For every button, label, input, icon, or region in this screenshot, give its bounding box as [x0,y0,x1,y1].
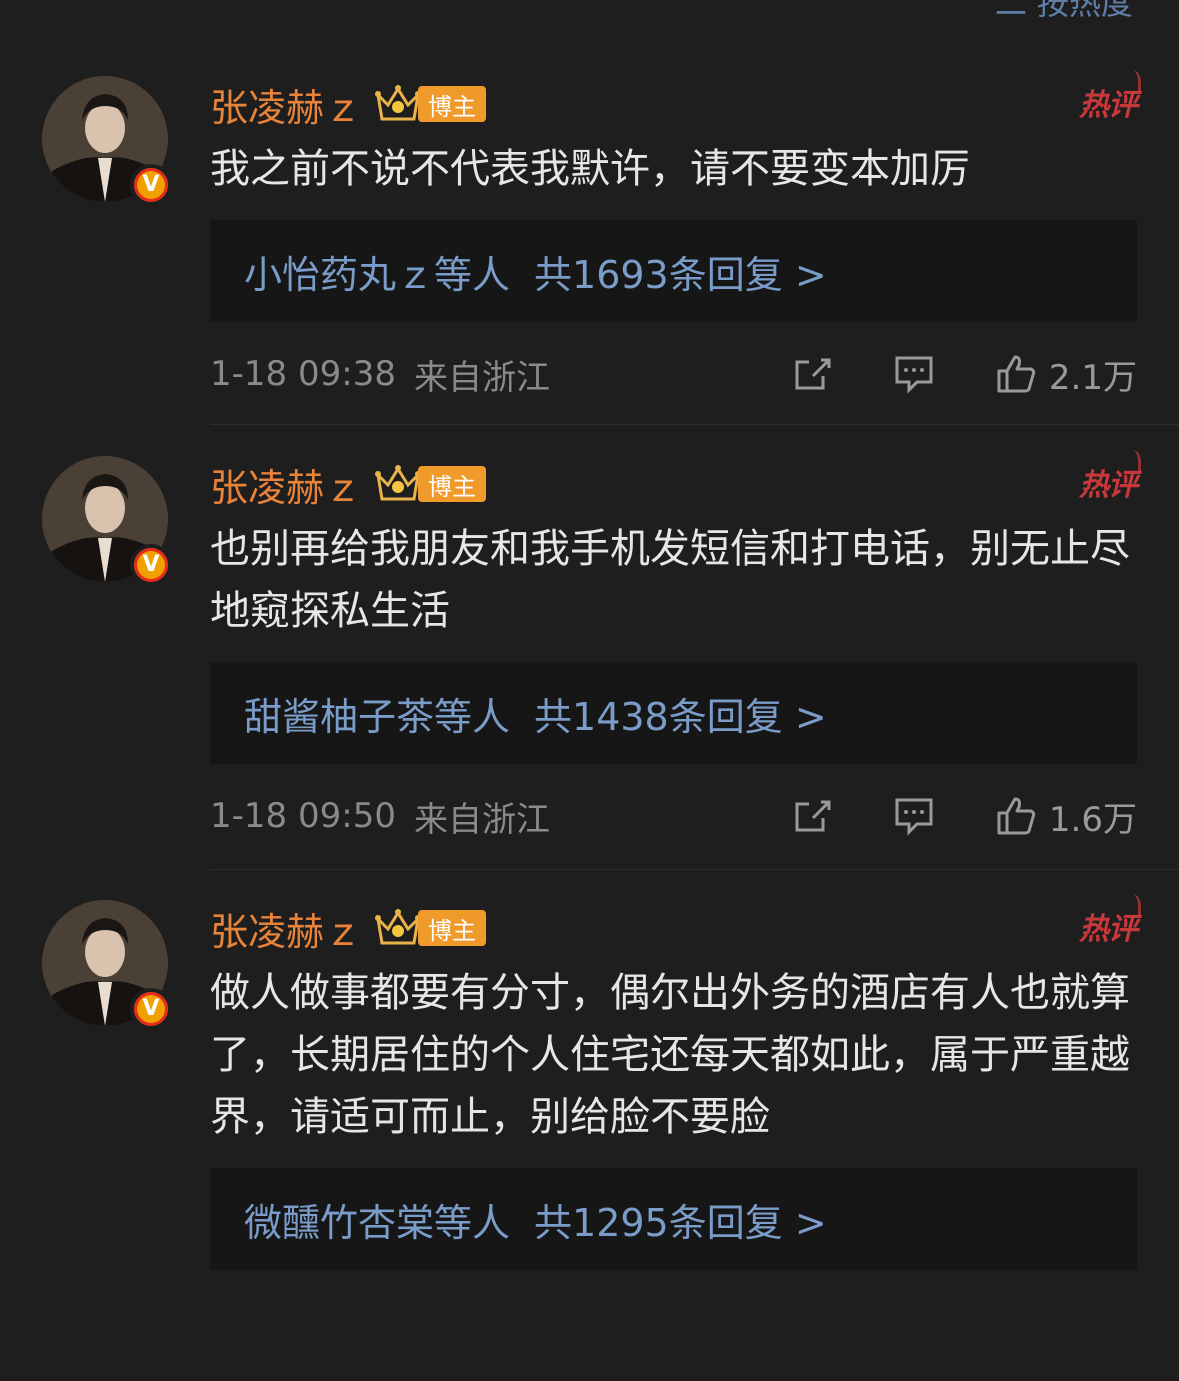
comment-text: 也别再给我朋友和我手机发短信和打电话，别无止尽地窥探私生活 [210,526,1130,634]
blogger-badge: 博主 [418,910,487,946]
crown-icon [375,909,422,945]
verified-icon: V [130,164,172,206]
hot-comment-badge: 热评 [1079,450,1141,504]
divider [210,424,1179,425]
avatar[interactable]: V [42,900,172,1030]
verified-icon: V [130,988,172,1030]
avatar[interactable]: V [42,76,172,206]
hot-comment-badge: 热评 [1079,70,1141,124]
comment-icon [895,798,933,836]
comment-button[interactable] [893,354,935,394]
blogger-badge: 博主 [418,466,487,502]
reply-count[interactable]: 共1295条回复 > [534,1192,827,1247]
verified-icon: V [130,544,172,586]
replies-link[interactable]: 小怡药丸ｚ 等人 共1693条回复 > [210,220,1137,322]
like-button[interactable]: 1.6万 [995,792,1137,841]
comment-text: 我之前不说不代表我默许，请不要变本加厉 [210,146,970,192]
reply-user[interactable]: 小怡药丸ｚ [244,244,434,299]
reply-suffix: 等人 [434,252,511,297]
like-icon [997,797,1036,835]
reply-suffix: 等人 [434,1200,511,1245]
crown-icon [375,85,422,121]
reply-user[interactable]: 甜酱柚子茶 [244,686,434,741]
comment-time: 1-18 09:38 [210,354,396,394]
share-icon [795,800,831,832]
like-button[interactable]: 2.1万 [995,350,1137,399]
replies-link[interactable]: 甜酱柚子茶 等人 共1438条回复 > [210,662,1137,764]
share-button[interactable] [791,796,833,836]
like-count: 1.6万 [1048,799,1137,840]
sort-toggle[interactable]: 二 按热度 [995,0,1133,24]
comment-location: 来自浙江 [413,357,550,398]
share-icon [795,358,831,390]
avatar[interactable]: V [42,456,172,586]
crown-icon [375,465,422,501]
blogger-badge: 博主 [418,86,487,122]
reply-count[interactable]: 共1693条回复 > [534,244,827,299]
replies-link[interactable]: 微醺竹杏棠 等人 共1295条回复 > [210,1168,1137,1270]
username[interactable]: 张凌赫ｚ [210,901,362,956]
hot-comment-badge: 热评 [1079,894,1141,948]
reply-suffix: 等人 [434,694,511,739]
reply-user[interactable]: 微醺竹杏棠 [244,1192,434,1247]
username[interactable]: 张凌赫ｚ [210,77,362,132]
comment-text: 做人做事都要有分寸，偶尔出外务的酒店有人也就算了，长期居住的个人住宅还每天都如此… [210,970,1130,1140]
comment-time: 1-18 09:50 [210,796,396,836]
divider [210,869,1179,870]
like-icon [997,355,1036,393]
comment-icon [895,356,933,394]
comment-location: 来自浙江 [413,799,550,840]
comment-button[interactable] [893,796,935,836]
like-count: 2.1万 [1048,357,1137,398]
reply-count[interactable]: 共1438条回复 > [534,686,827,741]
share-button[interactable] [791,354,833,394]
username[interactable]: 张凌赫ｚ [210,457,362,512]
